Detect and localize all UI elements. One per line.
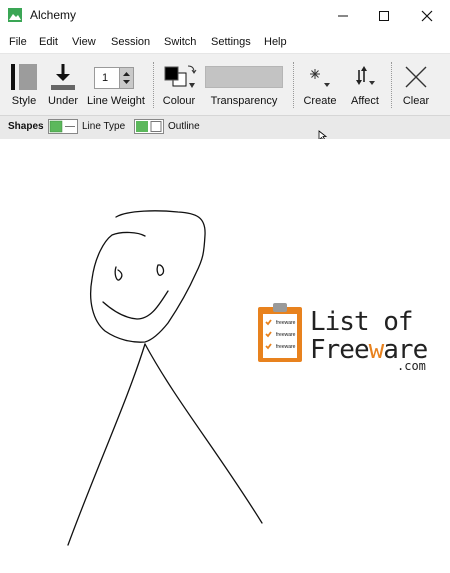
under-button[interactable]: Under [44,54,82,116]
clipboard-item: freeware [276,344,296,350]
drawing-canvas[interactable]: freeware freeware freeware List of Freew… [0,139,450,570]
outline-toggle[interactable] [134,119,164,134]
line-weight-value[interactable]: 1 [102,72,108,84]
under-label: Under [48,95,78,107]
clear-button[interactable]: Clear [396,54,436,116]
clipboard-item: freeware [276,320,296,326]
colour-label: Colour [162,95,196,107]
line-weight-stepper[interactable]: 1 [94,67,134,89]
menu-session[interactable]: Session [111,36,150,48]
menu-edit[interactable]: Edit [39,36,58,48]
watermark-line1: List of [310,307,414,337]
close-icon [421,10,433,21]
line-weight-label: Line Weight [87,95,145,107]
colour-button[interactable]: Colour [158,54,200,116]
affect-label: Affect [351,95,379,107]
clear-label: Clear [402,95,430,107]
menu-file[interactable]: File [9,36,27,48]
affect-button[interactable]: Affect [344,54,386,116]
clear-x-icon [405,66,427,88]
under-icon [51,64,75,90]
style-icon [11,64,37,90]
minimize-button[interactable] [320,0,366,31]
line-type-label: Line Type [82,121,126,132]
toolbar: Style Under 1 Line Weight Colour Transpa… [0,53,450,116]
create-sparkle-icon [310,69,330,87]
menu-view[interactable]: View [72,36,96,48]
transparency-slider[interactable] [205,66,283,88]
window-title: Alchemy [30,8,77,22]
minimize-icon [338,15,348,16]
maximize-icon [379,10,389,21]
transparency-label: Transparency [210,95,278,107]
app-icon [8,8,22,22]
transparency-control: Transparency [202,54,286,116]
close-button[interactable] [404,0,450,31]
clipboard-item: freeware [276,332,296,338]
toolbar-separator [391,62,393,108]
toolbar-separator [293,62,295,108]
style-label: Style [11,95,37,107]
menu-switch[interactable]: Switch [164,36,196,48]
toolbar-separator [153,62,155,108]
affect-arrows-icon [356,66,375,85]
create-label: Create [303,95,337,107]
watermark-line2-part1: Free [310,335,370,365]
outline-icon [136,121,162,132]
title-bar: Alchemy [0,0,450,31]
line-weight-control: 1 Line Weight [84,54,148,116]
create-button[interactable]: Create [299,54,341,116]
module-bar: Shapes Line Type Outline [0,115,450,140]
menu-help[interactable]: Help [264,36,287,48]
watermark-clipboard: freeware freeware freeware [256,302,306,364]
stepper-buttons[interactable] [119,68,133,88]
maximize-button[interactable] [361,0,407,31]
watermark-line2-accent: w [368,335,385,365]
shapes-label[interactable]: Shapes [8,121,44,132]
outline-label: Outline [168,121,200,132]
colour-icon [164,65,197,88]
menu-settings[interactable]: Settings [211,36,251,48]
stepper-arrows-icon [123,72,130,84]
menu-bar: File Edit View Session Switch Settings H… [0,31,450,53]
line-type-icon [49,120,75,133]
watermark-line3: .com [397,359,426,373]
line-type-toggle[interactable] [48,119,78,134]
style-button[interactable]: Style [6,54,42,116]
